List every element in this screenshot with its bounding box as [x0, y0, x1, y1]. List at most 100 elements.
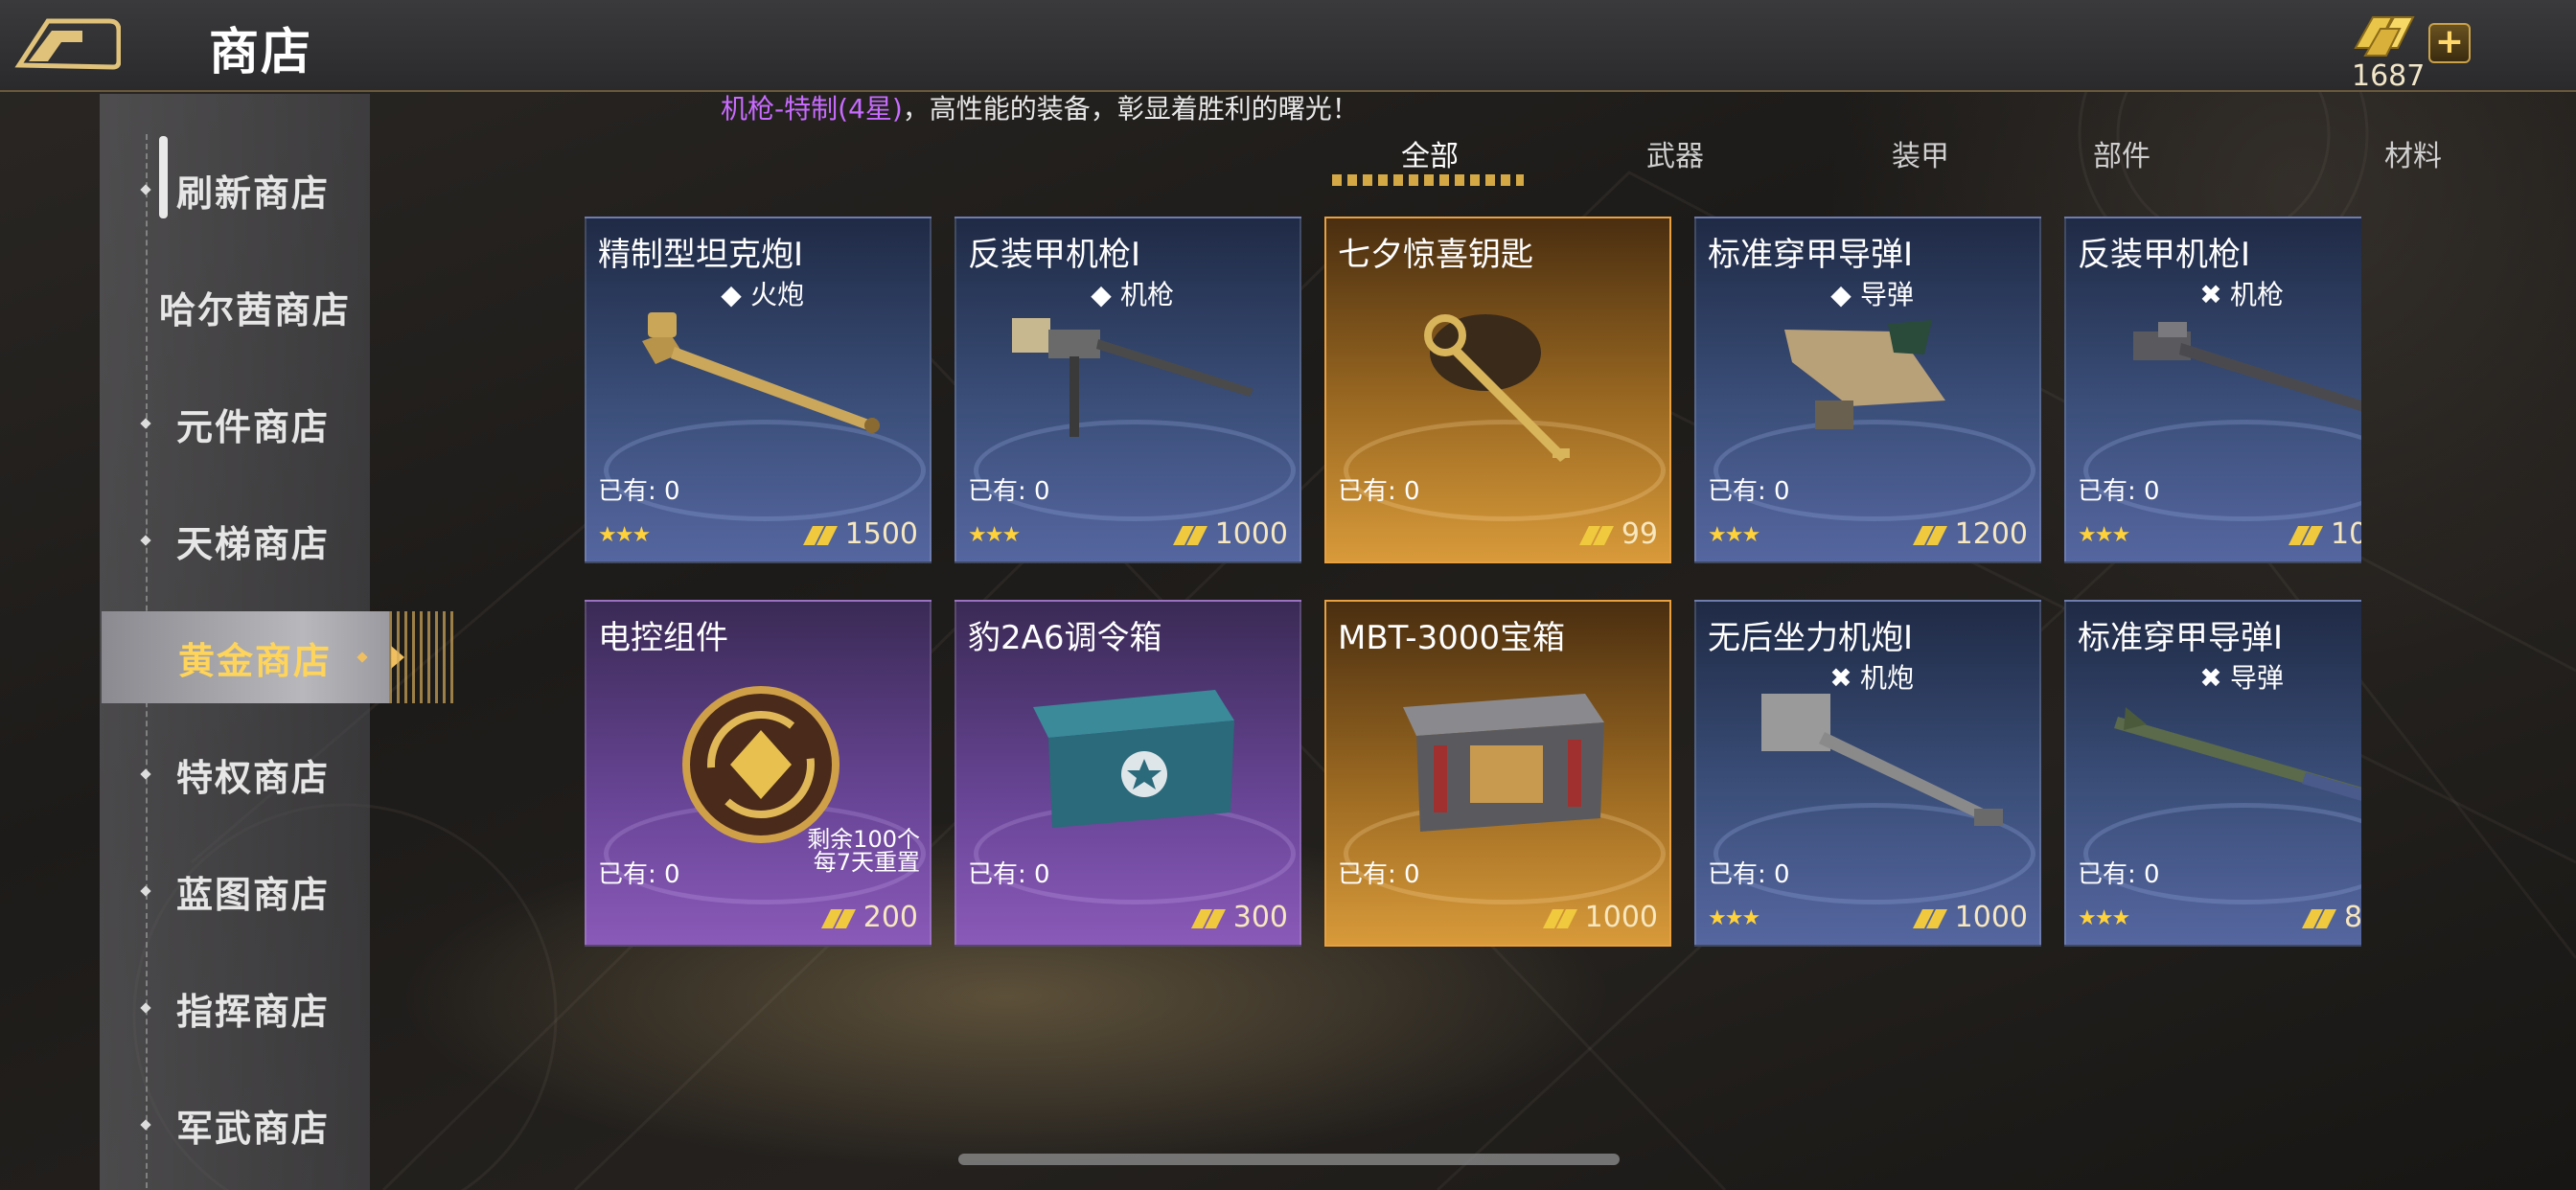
- price-value: 1000: [1214, 517, 1288, 551]
- diamond-icon: ◆: [1091, 279, 1112, 310]
- sidebar-item-blueprint-shop[interactable]: 蓝图商店: [100, 845, 370, 937]
- price-value: 10: [2331, 517, 2361, 551]
- stock-remaining: 剩余100个: [807, 826, 920, 853]
- bullet-icon: [356, 652, 368, 663]
- tab-weapons[interactable]: 武器: [1646, 132, 1704, 174]
- cross-icon: ✖: [2199, 279, 2222, 310]
- stock-reset: 每7天重置: [813, 849, 920, 876]
- tab-parts[interactable]: 部件: [2093, 132, 2150, 174]
- item-name: 豹2A6调令箱: [968, 619, 1162, 657]
- shop-item-card[interactable]: 标准穿甲导弹I ✖ 导弹 已有: 0 ★★★ 8: [2064, 600, 2361, 947]
- item-grid: 精制型坦克炮I ◆ 火炮 已有: 0 ★★★ 1500 反装甲机枪I ◆ 机枪 已有…: [583, 215, 2361, 949]
- item-price: 1500: [801, 517, 918, 551]
- item-owned: 已有: 0: [1708, 860, 1790, 889]
- item-type: ✖ 机枪: [2066, 274, 2361, 312]
- shop-item-card[interactable]: 电控组件 剩余100个 每7天重置 已有: 0 200: [585, 600, 932, 947]
- gold-bars-icon: [1542, 908, 1577, 928]
- back-button[interactable]: [13, 13, 122, 71]
- shop-item-card[interactable]: 精制型坦克炮I ◆ 火炮 已有: 0 ★★★ 1500: [585, 217, 932, 563]
- sidebar-item-label: 军武商店: [176, 1107, 331, 1150]
- bullet-icon: [140, 184, 151, 195]
- diamond-icon: ◆: [721, 279, 742, 310]
- item-owned: 已有: 0: [968, 477, 1050, 506]
- cross-icon: ✖: [1829, 662, 1852, 694]
- item-type-label: 机枪: [2229, 279, 2284, 310]
- item-price: 1000: [1911, 901, 2028, 934]
- gold-bars-icon: [2288, 525, 2323, 545]
- active-arrow-icon: [391, 646, 404, 669]
- sidebar-item-gold-shop[interactable]: 黄金商店: [102, 611, 456, 703]
- item-name: 无后坐力机炮I: [1708, 619, 1914, 657]
- cross-icon: ✖: [2199, 662, 2222, 694]
- item-owned: 已有: 0: [1338, 477, 1420, 506]
- sidebar-item-privilege-shop[interactable]: 特权商店: [100, 728, 370, 820]
- home-indicator: [958, 1154, 1620, 1165]
- sidebar-item-ladder-shop[interactable]: 天梯商店: [100, 494, 370, 586]
- tab-armor[interactable]: 装甲: [1892, 132, 1949, 174]
- item-price: 300: [1189, 901, 1288, 934]
- item-type: ◆ 导弹: [1696, 274, 2039, 312]
- gold-bars-icon: [820, 908, 856, 928]
- gold-bars-icon: [1578, 525, 1614, 545]
- shop-item-card[interactable]: 七夕惊喜钥匙 已有: 0 99: [1324, 217, 1671, 563]
- gold-bars-icon: [1172, 525, 1208, 545]
- shop-item-card[interactable]: MBT-3000宝箱 已有: 0 1000: [1324, 600, 1671, 947]
- back-arrow-icon: [14, 18, 122, 70]
- item-type-label: 机枪: [1119, 279, 1174, 310]
- price-value: 8: [2344, 901, 2361, 934]
- item-owned: 已有: 0: [598, 860, 680, 889]
- add-gold-button[interactable]: +: [2428, 23, 2471, 63]
- item-name: 反装甲机枪I: [968, 236, 1141, 274]
- sidebar-item-halsey-shop[interactable]: 哈尔茜商店: [100, 261, 370, 353]
- announcement-text: ，高性能的装备，彰显着胜利的曙光！: [902, 93, 1359, 125]
- top-bar: 商店 + 1687: [0, 0, 2576, 93]
- gold-bars-icon: [1912, 908, 1947, 928]
- item-name: 反装甲机枪I: [2078, 236, 2251, 274]
- item-name: 标准穿甲导弹I: [1708, 236, 1914, 274]
- star-rating: ★★★: [2078, 906, 2130, 930]
- sidebar-item-component-shop[interactable]: 元件商店: [100, 378, 370, 469]
- shop-item-card[interactable]: 标准穿甲导弹I ◆ 导弹 已有: 0 ★★★ 1200: [1694, 217, 2041, 563]
- gold-bars-icon: [2302, 908, 2336, 928]
- item-name: 电控组件: [598, 619, 728, 657]
- price-value: 1000: [1584, 901, 1658, 934]
- item-type-label: 火炮: [749, 279, 804, 310]
- item-price: 1000: [1171, 517, 1288, 551]
- tab-materials[interactable]: 材料: [2384, 132, 2442, 174]
- price-value: 300: [1232, 901, 1288, 934]
- sidebar-item-label: 指挥商店: [176, 990, 331, 1033]
- gold-bars-icon: [1190, 908, 1226, 928]
- item-type: ◆ 火炮: [586, 274, 930, 312]
- sidebar-item-label: 刷新商店: [176, 172, 331, 215]
- item-price: 10: [2287, 517, 2361, 551]
- announcement-highlight: 机枪-特制(4星): [721, 93, 903, 125]
- bullet-icon: [140, 885, 151, 897]
- star-rating: ★★★: [1708, 523, 1760, 547]
- gold-currency: + 1687: [2346, 6, 2490, 93]
- star-rating: ★★★: [1708, 906, 1760, 930]
- sidebar-item-command-shop[interactable]: 指挥商店: [100, 962, 370, 1054]
- sidebar-item-label: 元件商店: [176, 405, 331, 448]
- stock-info: 剩余100个 每7天重置: [807, 828, 920, 874]
- page-title: 商店: [209, 24, 313, 81]
- sidebar-item-military-shop[interactable]: 军武商店: [100, 1079, 370, 1171]
- bullet-icon: [140, 1002, 151, 1014]
- price-value: 1000: [1954, 901, 2028, 934]
- shop-item-card[interactable]: 无后坐力机炮I ✖ 机炮 已有: 0 ★★★ 1000: [1694, 600, 2041, 947]
- item-owned: 已有: 0: [2078, 860, 2160, 889]
- item-price: 8: [2300, 901, 2361, 934]
- tab-all[interactable]: 全部: [1401, 132, 1459, 174]
- sidebar-item-label: 天梯商店: [176, 522, 331, 565]
- item-owned: 已有: 0: [1338, 860, 1420, 889]
- diamond-icon: ◆: [1830, 279, 1852, 310]
- sidebar-item-label: 蓝图商店: [176, 873, 331, 916]
- item-type-label: 导弹: [1859, 279, 1914, 310]
- shop-item-card[interactable]: 反装甲机枪I ◆ 机枪 已有: 0 ★★★ 1000: [954, 217, 1301, 563]
- item-name: 七夕惊喜钥匙: [1338, 236, 1533, 274]
- sidebar-item-refresh-shop[interactable]: 刷新商店: [100, 144, 370, 236]
- shop-item-card[interactable]: 反装甲机枪I ✖机枪 已有: 0 ★★★ 10: [2064, 217, 2361, 563]
- item-name: MBT-3000宝箱: [1338, 619, 1566, 657]
- shop-item-card[interactable]: 豹2A6调令箱 已有: 0 300: [954, 600, 1301, 947]
- gold-amount: 1687: [2352, 59, 2426, 93]
- price-value: 1500: [844, 517, 918, 551]
